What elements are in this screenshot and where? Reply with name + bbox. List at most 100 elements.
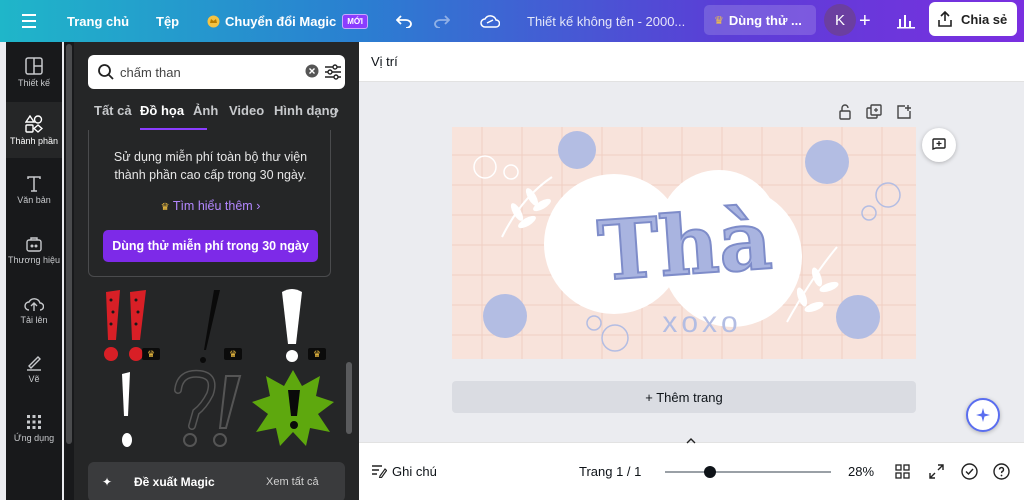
zoom-slider[interactable] [665,471,831,473]
upload-icon [24,297,44,311]
context-toolbar: Vị trí [359,42,1024,82]
filter-icon[interactable] [324,63,342,81]
premium-crown-icon: ♛ [142,348,160,360]
promo-text: Sử dụng miễn phí toàn bộ thư viện thành … [113,150,308,182]
rail-label: Thiết kế [17,77,50,88]
draw-icon [27,355,41,371]
tab-all[interactable]: Tất cả [94,103,132,118]
design-main-text: Thà [595,192,775,300]
trial-label: Dùng thử ... [728,12,802,28]
tab-videos[interactable]: Video [229,103,264,118]
share-button[interactable]: Chia sẻ [929,2,1017,36]
elements-panel: Tất cả Đồ họa Ảnh Video Hình dạng › Sử d… [74,42,359,500]
share-icon [938,11,952,27]
shapes-icon [25,114,43,133]
rail-item-brand[interactable]: Thương hiệu [6,222,62,278]
avatar[interactable]: K [824,4,856,36]
add-page-button[interactable]: + Thêm trang [452,381,916,413]
graphic-green-burst-exclamation[interactable] [250,368,336,448]
magic-suggestions-label: Đề xuất Magic [134,475,215,489]
sparkle-icon: ✦ [102,475,113,489]
crown-icon: ♛ [714,14,724,27]
rail-label: Ứng dụng [13,432,55,443]
rail-label: Thương hiệu [8,254,60,265]
apps-icon [27,414,41,429]
redo-icon[interactable] [434,0,450,42]
rail-item-text[interactable]: Văn bản [6,162,62,218]
zoom-slider-handle[interactable] [704,466,716,478]
zoom-level[interactable]: 28% [848,464,874,479]
grid-view-icon[interactable] [895,464,910,479]
analytics-icon[interactable] [897,0,915,42]
graphic-outline-question-exclamation[interactable] [170,368,248,452]
learn-more-link[interactable]: ♛ Tìm hiểu thêm › [89,199,332,213]
chevron-up-icon[interactable] [681,435,701,447]
bottom-bar: Ghi chú Trang 1 / 1 28% [359,438,1024,500]
duplicate-page-icon[interactable] [866,104,882,120]
file-menu[interactable]: Tệp [156,0,179,42]
check-icon[interactable] [961,463,978,480]
menu-icon[interactable] [22,0,40,42]
brand-icon [26,236,42,252]
add-page-icon[interactable] [896,104,912,120]
design-title[interactable]: Thiết kế không tên - 2000... [527,0,685,42]
magic-assistant-button[interactable] [966,398,1000,432]
top-bar: Trang chủ Tệp Chuyển đổi Magic MỚI Thiết… [0,0,1024,42]
promo-card: Sử dụng miễn phí toàn bộ thư viện thành … [88,130,331,277]
magic-crown-icon [207,15,220,27]
graphic-white-exclamation-thin[interactable] [112,368,142,452]
see-all-link[interactable]: Xem tất cả [266,476,319,488]
rail-item-upload[interactable]: Tải lên [6,282,62,338]
page-indicator[interactable]: Trang 1 / 1 [579,464,641,479]
notes-button[interactable]: Ghi chú [392,464,437,479]
text-icon [27,175,41,192]
position-button[interactable]: Vị trí [371,54,398,69]
category-tabs: Tất cả Đồ họa Ảnh Video Hình dạng › [94,98,354,130]
rail-item-apps[interactable]: Ứng dụng [6,400,62,456]
rail-label: Tải lên [20,314,48,325]
trial-button[interactable]: ♛ Dùng thử ... [704,5,816,35]
design-page[interactable]: xoxo Thà [452,127,916,359]
search-box [88,55,345,89]
rail-scroll-thumb[interactable] [66,44,72,444]
fullscreen-icon[interactable] [929,464,944,479]
premium-crown-icon: ♛ [308,348,326,360]
premium-crown-icon: ♛ [224,348,242,360]
design-subtext: xoxo [662,306,741,339]
magic-suggestions-row[interactable]: ✦ Đề xuất Magic Xem tất cả [88,462,345,500]
tabs-next-icon[interactable]: › [335,103,339,117]
search-input[interactable] [120,62,280,82]
search-icon [98,64,114,80]
comment-button[interactable] [922,128,956,162]
tab-shapes[interactable]: Hình dạng [274,103,338,118]
home-link[interactable]: Trang chủ [67,0,129,42]
panel-scrollbar[interactable] [346,362,352,434]
sparkle-icon [976,408,990,422]
tab-graphics[interactable]: Đồ họa [140,103,184,118]
magic-switch-button[interactable]: Chuyển đổi Magic MỚI [207,0,368,42]
tab-photos[interactable]: Ảnh [193,103,218,118]
graphic-white-exclamation[interactable] [272,288,312,368]
new-badge: MỚI [342,13,368,29]
learn-more-label: Tìm hiểu thêm [172,199,253,213]
rail-label: Văn bản [17,194,51,205]
clear-search-icon[interactable] [305,64,319,78]
undo-icon[interactable] [396,0,412,42]
crown-icon: ♛ [160,202,170,213]
cloud-save-icon[interactable] [480,0,500,42]
rail-label: Vẽ [28,373,40,384]
share-label: Chia sẻ [961,11,1008,27]
add-collaborator-icon[interactable]: + [859,0,871,42]
rail-item-draw[interactable]: Vẽ [6,340,62,396]
notes-icon[interactable] [371,464,387,478]
help-icon[interactable] [993,463,1010,480]
design-artwork: xoxo Thà [452,127,916,359]
free-trial-button[interactable]: Dùng thử miễn phí trong 30 ngày [103,230,318,262]
rail-scrollbar[interactable] [64,42,74,500]
rail-item-elements[interactable]: Thành phần [6,102,62,158]
rail-item-design[interactable]: Thiết kế [6,44,62,100]
lock-icon[interactable] [838,104,852,120]
side-rail: Thiết kế Thành phần Văn bản Thương hiệu … [6,42,62,500]
chevron-right-icon: › [256,199,261,213]
layout-icon [25,56,43,75]
